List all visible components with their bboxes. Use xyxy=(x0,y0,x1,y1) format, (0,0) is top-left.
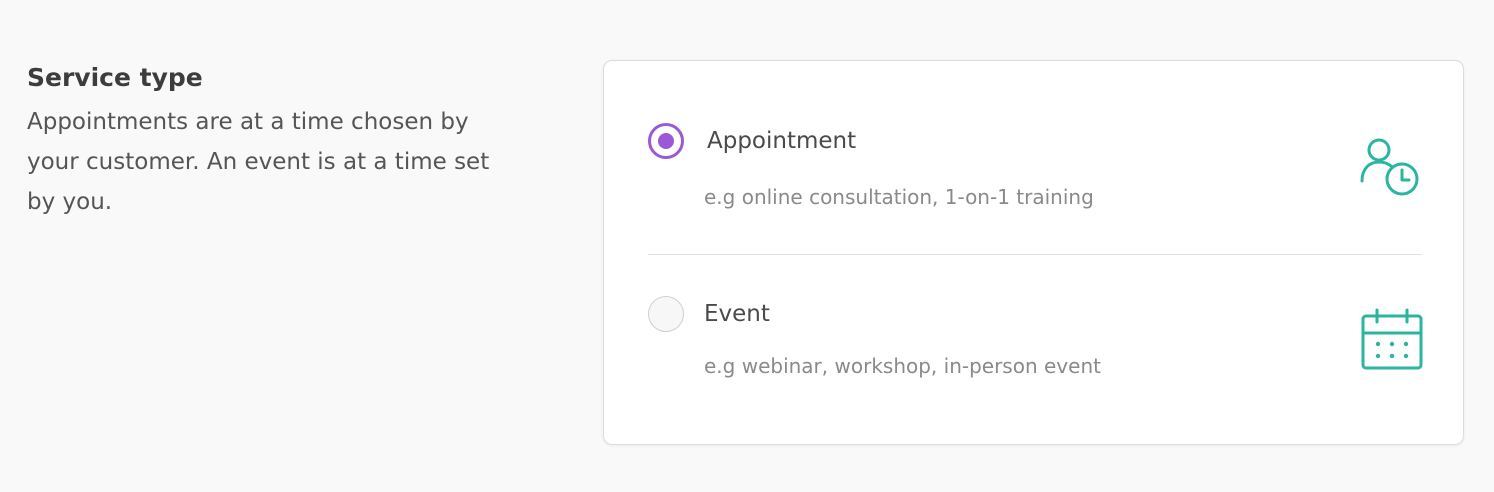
appointment-description: e.g online consultation, 1-on-1 training xyxy=(704,185,1094,209)
event-description: e.g webinar, workshop, in-person event xyxy=(704,354,1101,378)
event-label: Event xyxy=(704,301,770,327)
calendar-icon xyxy=(1359,308,1423,372)
option-appointment[interactable]: Appointment e.g online consultation, 1-o… xyxy=(648,123,1423,253)
section-intro: Service type Appointments are at a time … xyxy=(27,60,497,222)
service-type-card: Appointment e.g online consultation, 1-o… xyxy=(603,60,1464,445)
section-description: Appointments are at a time chosen by you… xyxy=(27,109,490,215)
appointment-radio[interactable] xyxy=(648,123,684,159)
options-divider xyxy=(648,254,1422,255)
appointment-label: Appointment xyxy=(707,128,857,154)
page: Service type Appointments are at a time … xyxy=(0,0,1494,492)
option-event[interactable]: Event e.g webinar, workshop, in-person e… xyxy=(648,294,1423,414)
event-radio[interactable] xyxy=(648,296,684,332)
user-clock-icon xyxy=(1359,137,1423,201)
section-title: Service type xyxy=(27,63,203,92)
